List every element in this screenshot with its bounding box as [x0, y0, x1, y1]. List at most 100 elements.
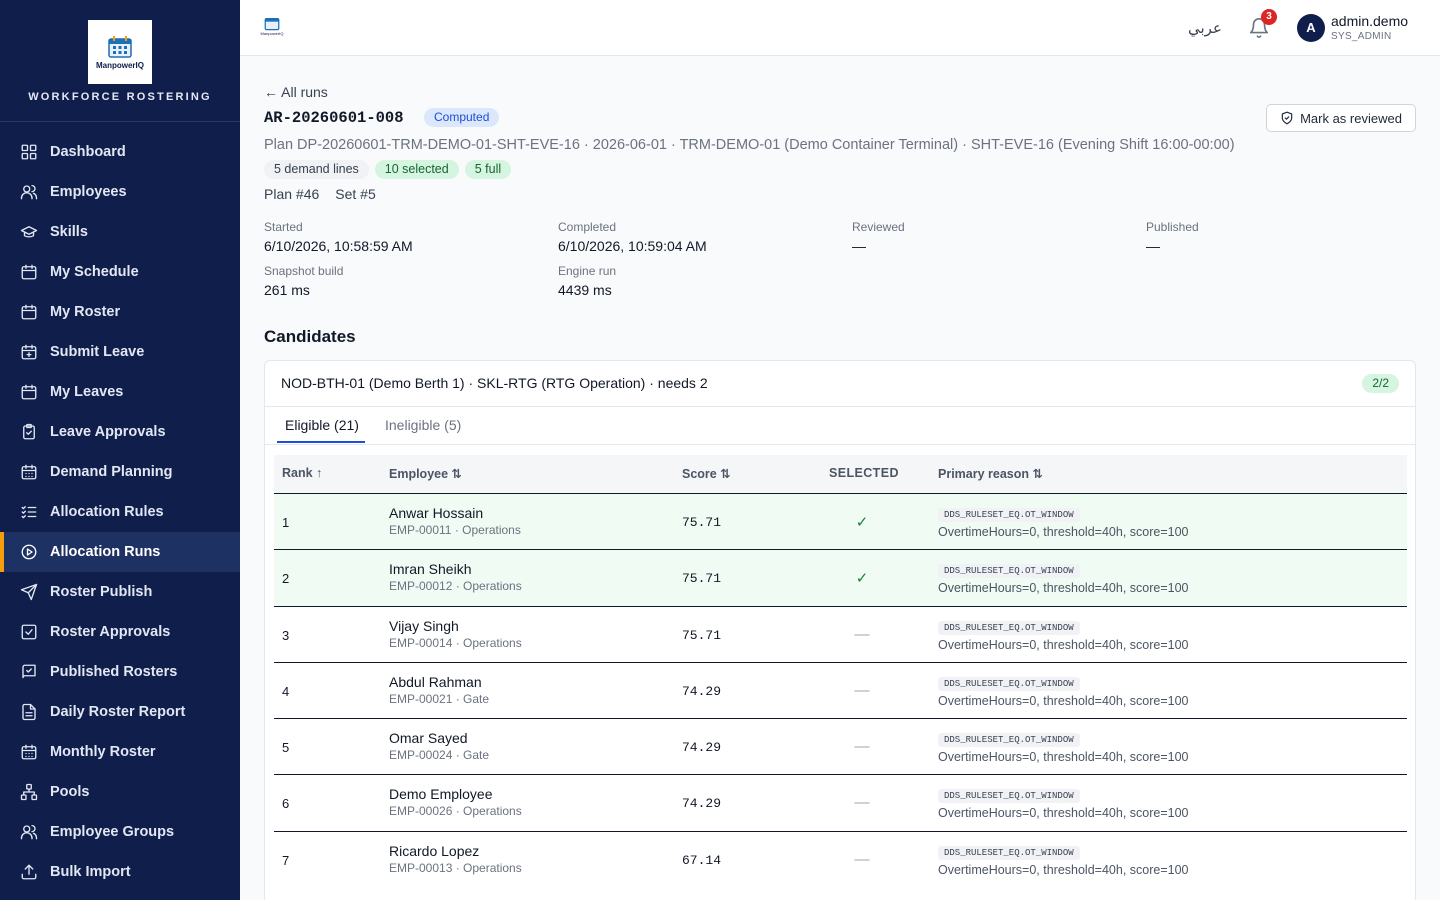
meta-value: — — [852, 238, 866, 254]
meta-value: 261 ms — [264, 282, 310, 298]
sidebar-item-label: Pools — [50, 784, 90, 800]
sidebar-item-employees[interactable]: Employees — [0, 172, 240, 212]
tab-ineligible[interactable]: Ineligible (5) — [385, 417, 461, 433]
score-cell: 75.71 — [682, 627, 722, 643]
rank-cell: 2 — [282, 571, 290, 587]
col-score[interactable]: Score ⇅ — [682, 466, 731, 481]
candidate-group-card: NOD-BTH-01 (Demo Berth 1) · SKL-RTG (RTG… — [264, 360, 1416, 900]
col-rank[interactable]: Rank ↑ — [282, 466, 322, 480]
col-employee[interactable]: Employee ⇅ — [389, 466, 462, 481]
reason-detail: OvertimeHours=0, threshold=40h, score=10… — [938, 750, 1189, 765]
sidebar-item-my-roster[interactable]: My Roster — [0, 292, 240, 332]
employee-meta: EMP-00026 · Operations — [389, 804, 522, 819]
demand-lines-chip: 5 demand lines — [264, 160, 369, 179]
group-title: NOD-BTH-01 (Demo Berth 1) · SKL-RTG (RTG… — [281, 375, 708, 391]
table-row[interactable]: 7 Ricardo Lopez EMP-00013 · Operations 67.1… — [274, 830, 1407, 887]
sidebar-item-label: Published Rosters — [50, 664, 178, 680]
plan-description: Plan DP-20260601-TRM-DEMO-01-SHT-EVE-16 … — [264, 137, 1235, 153]
calendar-logo-icon — [108, 35, 132, 58]
top-logo[interactable]: ManpowerIQ — [258, 16, 286, 40]
brand-title: WORKFORCE ROSTERING — [28, 91, 212, 103]
employee-name[interactable]: Omar Sayed — [389, 730, 489, 746]
meta-snapshot: Snapshot build 261 ms — [264, 264, 544, 298]
shield-check-icon — [1281, 111, 1293, 125]
score-cell: 74.29 — [682, 796, 722, 812]
employee-name[interactable]: Anwar Hossain — [389, 505, 521, 521]
table-row[interactable]: 1 Anwar Hossain EMP-00011 · Operations 75.7… — [274, 493, 1407, 550]
sidebar-item-bulk-import[interactable]: Bulk Import — [0, 852, 240, 892]
sidebar-item-label: Leave Approvals — [50, 424, 166, 440]
calendar-grid-icon — [20, 463, 38, 481]
sidebar-item-employee-groups[interactable]: Employee Groups — [0, 812, 240, 852]
meta-value: 4439 ms — [558, 282, 612, 298]
clipboard-check-icon — [20, 423, 38, 441]
employee-name[interactable]: Imran Sheikh — [389, 561, 522, 577]
rank-cell: 5 — [282, 740, 290, 756]
play-circle-icon — [20, 543, 38, 561]
full-chip: 5 full — [464, 160, 512, 179]
candidate-tabs: Eligible (21) Ineligible (5) — [265, 407, 1415, 445]
calendar-icon — [20, 263, 38, 281]
sidebar-item-published-rosters[interactable]: Published Rosters — [0, 652, 240, 692]
sidebar-item-allocation-rules[interactable]: Allocation Rules — [0, 492, 240, 532]
set-number: Set #5 — [335, 186, 376, 202]
employee-cell: Imran Sheikh EMP-00012 · Operations — [389, 561, 522, 593]
score-cell: 74.29 — [682, 683, 722, 699]
table-row[interactable]: 2 Imran Sheikh EMP-00012 · Operations 75.71… — [274, 549, 1407, 606]
employee-cell: Omar Sayed EMP-00024 · Gate — [389, 730, 489, 762]
reason-detail: OvertimeHours=0, threshold=40h, score=10… — [938, 525, 1189, 539]
table-row[interactable]: 4 Abdul Rahman EMP-00021 · Gate 74.29 — DDS_R… — [274, 661, 1407, 718]
tab-eligible[interactable]: Eligible (21) — [285, 417, 359, 433]
meta-label: Engine run — [558, 264, 617, 278]
plan-set: Plan #46 Set #5 — [264, 186, 376, 202]
table-row[interactable]: 6 Demo Employee EMP-00026 · Operations 74.2… — [274, 774, 1407, 830]
sidebar-item-dashboard[interactable]: Dashboard — [0, 132, 240, 172]
employee-cell: Abdul Rahman EMP-00021 · Gate — [389, 674, 489, 706]
sidebar-item-demand-planning[interactable]: Demand Planning — [0, 452, 240, 492]
employee-name[interactable]: Abdul Rahman — [389, 674, 489, 690]
sidebar-item-pools[interactable]: Pools — [0, 772, 240, 812]
meta-value: 6/10/2026, 10:58:59 AM — [264, 238, 413, 254]
sidebar-item-label: Allocation Rules — [50, 504, 164, 520]
sidebar-item-daily-roster-report[interactable]: Daily Roster Report — [0, 692, 240, 732]
sidebar-item-label: Skills — [50, 224, 88, 240]
sidebar-item-my-leaves[interactable]: My Leaves — [0, 372, 240, 412]
employee-name[interactable]: Ricardo Lopez — [389, 843, 522, 859]
sidebar-item-roster-publish[interactable]: Roster Publish — [0, 572, 240, 612]
reason-code: DDS_RULESET_EQ.OT_WINDOW — [938, 789, 1080, 804]
col-primary-reason[interactable]: Primary reason ⇅ — [938, 466, 1043, 481]
reason-cell: DDS_RULESET_EQ.OT_WINDOW OvertimeHours=0,… — [938, 842, 1189, 877]
sidebar-item-my-schedule[interactable]: My Schedule — [0, 252, 240, 292]
employee-name[interactable]: Demo Employee — [389, 786, 522, 802]
employee-meta: EMP-00012 · Operations — [389, 579, 522, 594]
employee-name[interactable]: Vijay Singh — [389, 618, 522, 634]
mark-reviewed-button[interactable]: Mark as reviewed — [1266, 104, 1416, 132]
back-to-runs-link[interactable]: ← All runs — [264, 84, 328, 100]
avatar[interactable]: A — [1297, 14, 1325, 42]
check-square-icon — [20, 623, 38, 641]
send-icon — [20, 583, 38, 601]
reason-code: DDS_RULESET_EQ.OT_WINDOW — [938, 620, 1080, 635]
table-row[interactable]: 3 Vijay Singh EMP-00014 · Operations 75.71 —… — [274, 605, 1407, 662]
app-logo[interactable]: ManpowerIQ — [88, 20, 152, 84]
sidebar-item-skills[interactable]: Skills — [0, 212, 240, 252]
calendar-logo-icon — [264, 17, 280, 31]
language-toggle[interactable]: عربي — [1188, 19, 1222, 37]
sidebar-item-label: My Schedule — [50, 264, 139, 280]
sidebar-item-label: Allocation Runs — [50, 544, 161, 560]
employee-cell: Demo Employee EMP-00026 · Operations — [389, 786, 522, 818]
meta-label: Snapshot build — [264, 264, 344, 278]
username[interactable]: admin.demo — [1331, 13, 1408, 29]
sidebar-item-label: Submit Leave — [50, 344, 145, 360]
sidebar-item-monthly-roster[interactable]: Monthly Roster — [0, 732, 240, 772]
sidebar-item-leave-approvals[interactable]: Leave Approvals — [0, 412, 240, 452]
graduation-cap-icon — [20, 223, 38, 241]
employee-meta: EMP-00024 · Gate — [389, 748, 490, 763]
sidebar-item-roster-approvals[interactable]: Roster Approvals — [0, 612, 240, 652]
sidebar-item-allocation-runs[interactable]: Allocation Runs — [0, 532, 240, 572]
reason-cell: DDS_RULESET_EQ.OT_WINDOW OvertimeHours=0,… — [938, 785, 1189, 820]
sidebar-item-submit-leave[interactable]: Submit Leave — [0, 332, 240, 372]
table-row[interactable]: 5 Omar Sayed EMP-00024 · Gate 74.29 — DDS_RUL… — [274, 718, 1407, 774]
meta-reviewed: Reviewed — — [852, 220, 1132, 254]
rank-cell: 6 — [282, 796, 290, 812]
